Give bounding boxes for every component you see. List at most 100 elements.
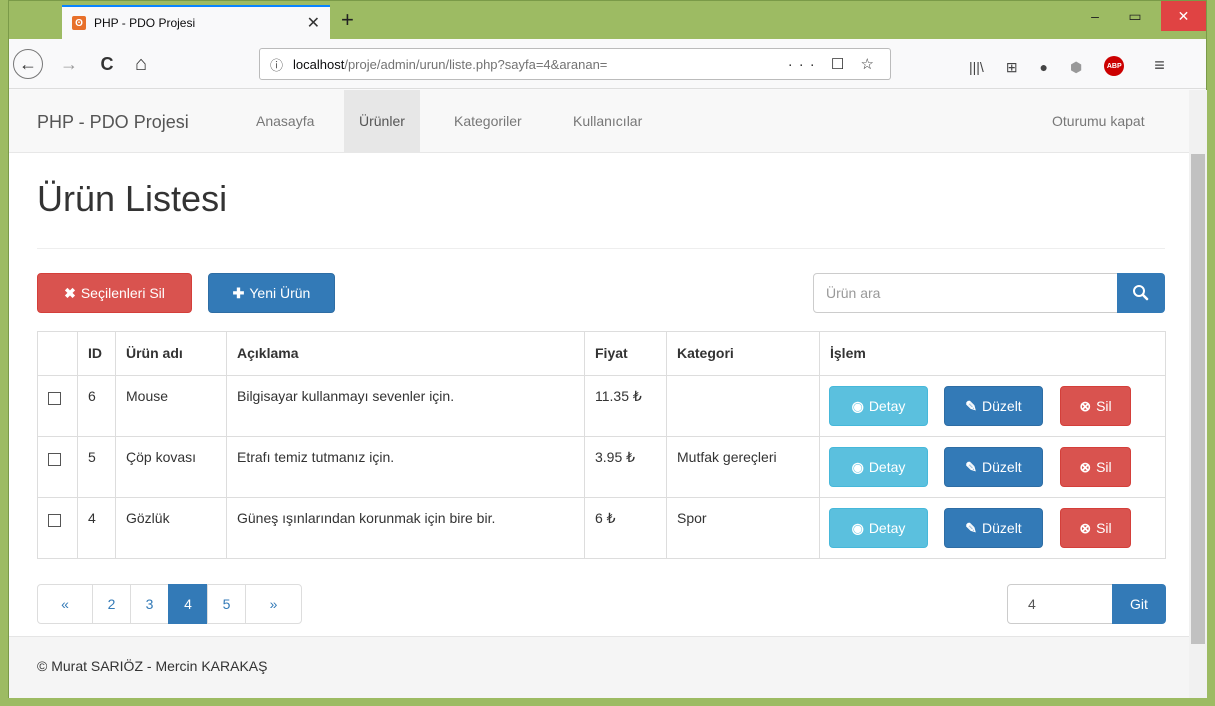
new-product-button[interactable]: ✚ Yeni Ürün	[208, 273, 335, 313]
row-actions: ◉ Detay ✎ Düzelt ⊗ Sil	[819, 497, 1166, 559]
tab-close-icon[interactable]: ✕	[307, 13, 320, 33]
new-product-label: Yeni Ürün	[249, 285, 311, 301]
adblock-icon[interactable]: ABP	[1104, 56, 1125, 76]
row-category: Mutfak gereçleri	[666, 436, 820, 498]
eye-icon: ◉	[851, 397, 864, 414]
detail-button[interactable]: ◉ Detay	[829, 386, 928, 426]
delete-button[interactable]: ⊗ Sil	[1060, 447, 1131, 487]
edit-icon: ✎	[965, 458, 978, 475]
maximize-button[interactable]: ▭	[1115, 1, 1155, 31]
goto-page-input[interactable]: 4	[1007, 584, 1113, 624]
delete-selected-button[interactable]: ✖ Seçilenleri Sil	[37, 273, 192, 313]
reader-view-icon[interactable]: ⊞	[1006, 59, 1018, 76]
cross-icon: ✖	[64, 284, 76, 301]
browser-toolbar: ← → C ⌂ ⓘ localhost/proje/admin/urun/lis…	[9, 39, 1206, 89]
vertical-scrollbar[interactable]	[1189, 90, 1207, 698]
product-table: ID Ürün adı Açıklama Fiyat Kategori İşle…	[37, 331, 1166, 559]
delete-button[interactable]: ⊗ Sil	[1060, 386, 1131, 426]
site-brand[interactable]: PHP - PDO Projesi	[37, 112, 189, 133]
page-5[interactable]: 5	[207, 584, 246, 624]
table-row: 4 Gözlük Güneş ışınlarından korunmak içi…	[37, 497, 1166, 559]
new-tab-button[interactable]: +	[341, 7, 354, 33]
edit-icon: ✎	[965, 397, 978, 414]
edit-button[interactable]: ✎ Düzelt	[944, 447, 1043, 487]
row-id: 5	[77, 436, 116, 498]
goto-button[interactable]: Git	[1112, 584, 1166, 624]
edit-button[interactable]: ✎ Düzelt	[944, 508, 1043, 548]
page-4[interactable]: 4	[168, 584, 208, 624]
library-icon[interactable]: |||\	[969, 59, 984, 76]
url-host: localhost	[293, 56, 345, 72]
close-window-button[interactable]: ✕	[1161, 1, 1206, 31]
page-actions-icons[interactable]: ··· ☐ ☆	[788, 55, 880, 73]
nav-item-anasayfa[interactable]: Anasayfa	[241, 90, 329, 152]
row-actions: ◉ Detay ✎ Düzelt ⊗ Sil	[819, 375, 1166, 437]
nav-item-kullanicilar[interactable]: Kullanıcılar	[558, 90, 657, 152]
detail-button[interactable]: ◉ Detay	[829, 508, 928, 548]
header-id: ID	[77, 331, 116, 376]
tab-title: PHP - PDO Projesi	[94, 16, 196, 30]
nav-item-urunler[interactable]: Ürünler	[344, 90, 420, 152]
row-name: Gözlük	[115, 497, 227, 559]
detail-label: Detay	[868, 398, 906, 414]
url-path: /proje/admin/urun/liste.php?sayfa=4&aran…	[344, 56, 608, 72]
delete-label: Sil	[1096, 459, 1112, 475]
header-name: Ürün adı	[115, 331, 227, 376]
row-name: Çöp kovası	[115, 436, 227, 498]
plus-icon: ✚	[232, 284, 245, 301]
footer-text: © Murat SARIÖZ - Mercin KARAKAŞ	[37, 658, 268, 674]
delete-circle-icon: ⊗	[1079, 519, 1092, 536]
footer: © Murat SARIÖZ - Mercin KARAKAŞ	[9, 636, 1189, 698]
row-checkbox[interactable]	[48, 453, 61, 466]
url-bar[interactable]: ⓘ localhost/proje/admin/urun/liste.php?s…	[259, 48, 891, 80]
row-checkbox[interactable]	[48, 392, 61, 405]
info-icon[interactable]: ⓘ	[270, 55, 283, 74]
divider	[37, 248, 1165, 249]
eye-icon: ◉	[851, 519, 864, 536]
search-icon	[1133, 285, 1149, 301]
row-price: 6 ₺	[584, 497, 667, 559]
row-id: 4	[77, 497, 116, 559]
table-row: 5 Çöp kovası Etrafı temiz tutmanız için.…	[37, 436, 1166, 498]
search-input[interactable]: Ürün ara	[813, 273, 1119, 313]
extension-icon[interactable]: ●	[1040, 59, 1048, 76]
row-name: Mouse	[115, 375, 227, 437]
page-title: Ürün Listesi	[37, 178, 228, 219]
row-checkbox[interactable]	[48, 514, 61, 527]
header-price: Fiyat	[584, 331, 667, 376]
eye-icon: ◉	[851, 458, 864, 475]
row-actions: ◉ Detay ✎ Düzelt ⊗ Sil	[819, 436, 1166, 498]
scroll-thumb[interactable]	[1191, 154, 1205, 644]
header-category: Kategori	[666, 331, 820, 376]
pagination: « 2 3 4 5 »	[37, 584, 302, 624]
table-row: 6 Mouse Bilgisayar kullanmayı sevenler i…	[37, 375, 1166, 437]
page-prev[interactable]: «	[37, 584, 93, 624]
row-description: Etrafı temiz tutmanız için.	[226, 436, 585, 498]
delete-button[interactable]: ⊗ Sil	[1060, 508, 1131, 548]
browser-window: ʘ PHP - PDO Projesi ✕ + ‒ ▭ ✕ ← → C ⌂ ⓘ …	[8, 0, 1207, 698]
page-viewport: PHP - PDO Projesi Anasayfa Ürünler Kateg…	[9, 90, 1189, 698]
row-category	[666, 375, 820, 437]
back-button[interactable]: ←	[13, 49, 43, 79]
logout-link[interactable]: Oturumu kapat	[1037, 90, 1160, 152]
detail-button[interactable]: ◉ Detay	[829, 447, 928, 487]
minimize-button[interactable]: ‒	[1075, 1, 1115, 31]
search-button[interactable]	[1117, 273, 1165, 313]
edit-icon: ✎	[965, 519, 978, 536]
edit-button[interactable]: ✎ Düzelt	[944, 386, 1043, 426]
page-next[interactable]: »	[245, 584, 302, 624]
menu-icon[interactable]: ≡	[1154, 55, 1165, 76]
forward-button[interactable]: →	[53, 48, 85, 80]
page-2[interactable]: 2	[92, 584, 131, 624]
nav-item-kategoriler[interactable]: Kategoriler	[439, 90, 537, 152]
shield-icon[interactable]: ⬢	[1070, 59, 1082, 76]
edit-label: Düzelt	[982, 398, 1022, 414]
home-button[interactable]: ⌂	[125, 48, 157, 80]
row-category: Spor	[666, 497, 820, 559]
row-price: 3.95 ₺	[584, 436, 667, 498]
reload-button[interactable]: C	[91, 48, 123, 80]
page-3[interactable]: 3	[130, 584, 169, 624]
delete-selected-label: Seçilenleri Sil	[80, 285, 165, 301]
browser-tab[interactable]: ʘ PHP - PDO Projesi ✕	[62, 5, 330, 39]
header-description: Açıklama	[226, 331, 585, 376]
